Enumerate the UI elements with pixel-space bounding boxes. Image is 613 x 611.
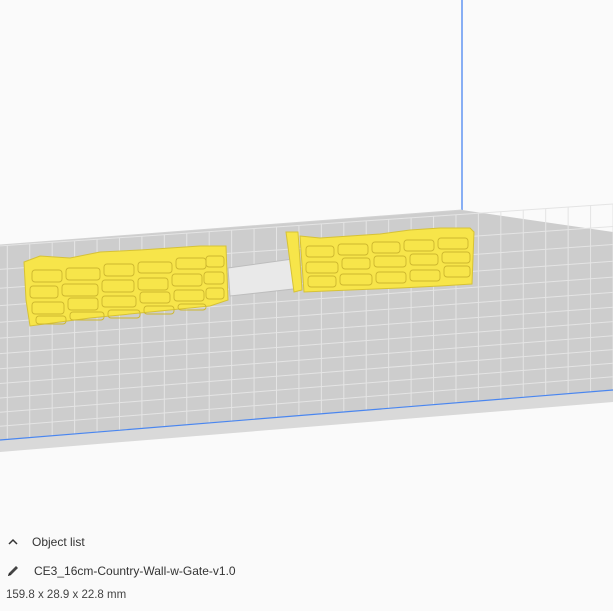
chevron-up-icon <box>6 535 20 549</box>
3d-viewport[interactable] <box>0 0 613 520</box>
object-list-panel: Object list CE3_16cm-Country-Wall-w-Gate… <box>0 528 613 611</box>
object-list-toggle[interactable]: Object list <box>6 532 85 552</box>
object-file-name: CE3_16cm-Country-Wall-w-Gate-v1.0 <box>34 564 236 578</box>
object-list-title: Object list <box>32 535 85 549</box>
object-file-row[interactable]: CE3_16cm-Country-Wall-w-Gate-v1.0 <box>6 561 236 581</box>
object-dimensions: 159.8 x 28.9 x 22.8 mm <box>6 589 127 601</box>
pencil-icon[interactable] <box>6 564 20 578</box>
